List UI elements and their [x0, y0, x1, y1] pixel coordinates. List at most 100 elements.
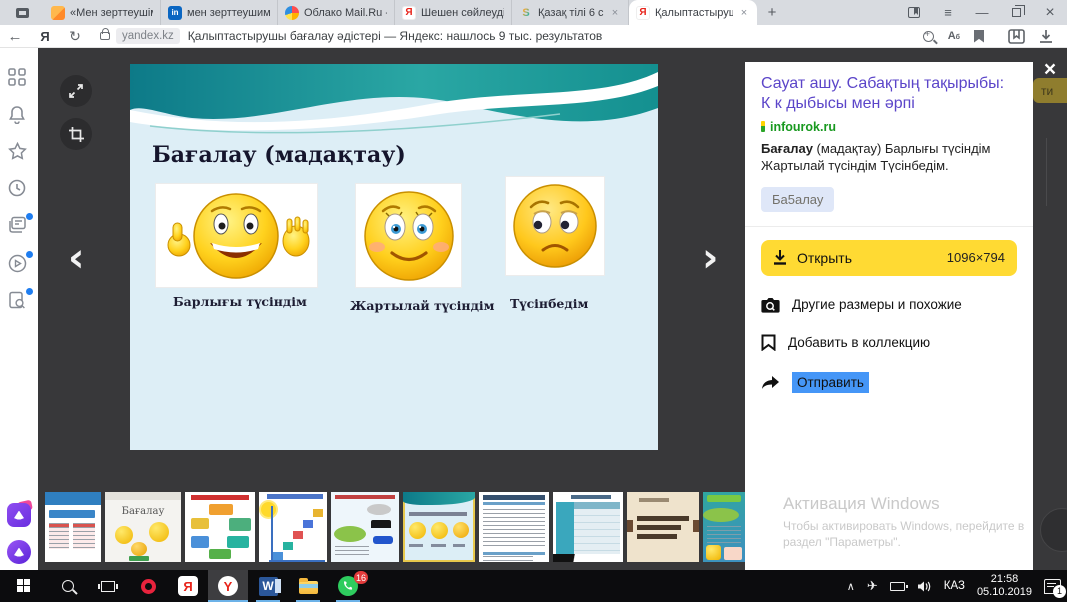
- bookmark-icon: [761, 334, 776, 351]
- tab-kalyptastyrushy-active[interactable]: Я Қалыптастырушы ×: [629, 0, 757, 25]
- yandex-home-button[interactable]: Я: [30, 29, 60, 44]
- thumbnail-current-slide[interactable]: [403, 492, 475, 562]
- tab-overview-icon: [16, 8, 29, 18]
- restore-button[interactable]: [999, 0, 1033, 25]
- domain-badge[interactable]: yandex.kz: [116, 28, 180, 44]
- download-icon: [773, 250, 787, 266]
- taskbar-search-button[interactable]: [48, 570, 88, 602]
- slide-wave-decoration: [130, 64, 658, 140]
- expand-icon: [69, 84, 83, 98]
- tab-close-icon[interactable]: ×: [609, 7, 621, 19]
- side-panel-toggle-button[interactable]: [897, 0, 931, 25]
- collections-icon[interactable]: [1008, 29, 1025, 44]
- favorites-star-icon[interactable]: [8, 142, 30, 164]
- refresh-button[interactable]: ↻: [60, 28, 90, 45]
- thumbnail-bagalau-slide[interactable]: Бағалау: [105, 492, 181, 562]
- badge-dot: [26, 251, 33, 258]
- taskbar-file-explorer[interactable]: [288, 570, 328, 602]
- taskbar-word[interactable]: W: [248, 570, 288, 602]
- thumbnail-green-slide[interactable]: [703, 492, 745, 562]
- camera-search-icon: [761, 297, 780, 313]
- language-indicator[interactable]: КАЗ: [944, 580, 965, 592]
- thumbnail-title-slide[interactable]: [627, 492, 699, 562]
- site-favicon: [51, 6, 65, 20]
- tab-men-zertteushimin-1[interactable]: «Мен зерттеушімін»: [44, 0, 161, 25]
- related-tag-chip[interactable]: Ба5алау: [761, 187, 834, 212]
- feed-cards-icon[interactable]: [8, 216, 30, 238]
- close-viewer-button[interactable]: ×: [1038, 58, 1062, 82]
- emoji-label-2: Жартылай түсіндім: [350, 298, 495, 313]
- battery-icon[interactable]: [890, 582, 905, 591]
- notifications-bell-icon[interactable]: [8, 105, 30, 127]
- messenger-app-icon[interactable]: [7, 503, 31, 527]
- yandex-icon: Я: [40, 29, 49, 44]
- crop-button[interactable]: [60, 118, 92, 150]
- source-domain[interactable]: infourok.ru: [770, 120, 836, 134]
- side-panel-icon: [908, 7, 920, 18]
- dimmed-page-strip: [1033, 48, 1067, 570]
- address-page-title[interactable]: Қалыптастырушы бағалау әдістері — Яндекс…: [188, 29, 602, 43]
- thumbnail-document-slide[interactable]: [479, 492, 549, 562]
- time: 21:58: [977, 573, 1032, 586]
- add-to-collection-button[interactable]: Добавить в коллекцию: [761, 334, 1017, 351]
- alice-assistant-icon[interactable]: [7, 540, 31, 564]
- thumbnail-table2-slide[interactable]: [553, 492, 623, 562]
- result-source[interactable]: infourok.ru: [761, 120, 1017, 134]
- yandex-browser-icon: Y: [218, 576, 238, 596]
- downloads-icon[interactable]: [1039, 29, 1053, 44]
- taskbar-whatsapp[interactable]: 16: [328, 570, 368, 602]
- share-button[interactable]: Отправить: [761, 372, 1017, 393]
- lock-icon[interactable]: [100, 32, 110, 40]
- task-view-button[interactable]: [88, 570, 128, 602]
- history-clock-icon[interactable]: [8, 179, 30, 201]
- emoji-label-3: Түсінбедім: [510, 296, 588, 311]
- translate-icon[interactable]: Aб: [948, 30, 960, 42]
- clock[interactable]: 21:58 05.10.2019: [977, 573, 1032, 599]
- taskbar-yandex-browser[interactable]: Y: [208, 570, 248, 602]
- thumbnail-flowchart-slide[interactable]: [185, 492, 255, 562]
- media-play-icon[interactable]: [8, 254, 30, 276]
- window-controls: ≡ — ×: [897, 0, 1067, 25]
- previous-image-button[interactable]: ‹: [68, 244, 84, 272]
- airplane-mode-icon[interactable]: ✈: [867, 579, 878, 594]
- tray-expand-icon[interactable]: ∧: [847, 580, 855, 593]
- thumbnail-stairs-slide[interactable]: [259, 492, 327, 562]
- result-title-link[interactable]: Сауат ашу. Сабақтың тақырыбы: К к дыбысы…: [761, 74, 1017, 115]
- tab-overview-button[interactable]: [0, 0, 44, 25]
- action-center-icon[interactable]: 1: [1044, 579, 1061, 594]
- tab-close-icon[interactable]: ×: [738, 7, 750, 19]
- emoji-label-1: Барлығы түсіндім: [173, 294, 307, 309]
- browser-menu-button[interactable]: ≡: [931, 0, 965, 25]
- taskbar-opera[interactable]: [128, 570, 168, 602]
- tab-sheshen-soyleu[interactable]: Я Шешен сөйлеудің құ: [395, 0, 512, 25]
- tab-label: Қазақ тілі 6 сынып.: [538, 7, 604, 19]
- emoji-happy-image: [155, 183, 318, 288]
- thumbnail-table-slide[interactable]: [45, 492, 101, 562]
- thumbnail-hats-slide[interactable]: [331, 492, 399, 562]
- emoji-blush-image: [355, 183, 462, 288]
- taskbar-yandex-app[interactable]: Я: [168, 570, 208, 602]
- restore-icon: [1012, 8, 1021, 17]
- tab-men-zertteushimin-2[interactable]: in мен зерттеушимин: [161, 0, 278, 25]
- back-button[interactable]: ←: [0, 28, 30, 45]
- open-image-button[interactable]: Открыть 1096×794: [761, 240, 1017, 276]
- start-button[interactable]: [0, 570, 48, 602]
- next-image-button[interactable]: ›: [702, 244, 718, 272]
- close-window-button[interactable]: ×: [1033, 0, 1067, 25]
- page-search-icon[interactable]: [8, 291, 30, 313]
- minimize-button[interactable]: —: [965, 0, 999, 25]
- services-grid-icon[interactable]: [8, 68, 30, 90]
- main-image[interactable]: Бағалау (мадақтау): [130, 64, 658, 450]
- new-tab-button[interactable]: +: [757, 4, 787, 21]
- tab-kazak-tili[interactable]: S Қазақ тілі 6 сынып. ×: [512, 0, 629, 25]
- slide-title: Бағалау (мадақтау): [152, 142, 406, 168]
- other-sizes-button[interactable]: Другие размеры и похожие: [761, 297, 1017, 313]
- bookmark-flag-icon[interactable]: [974, 30, 984, 43]
- system-tray: ∧ ✈ КАЗ 21:58 05.10.2019 1: [847, 573, 1067, 599]
- badge-dot: [26, 288, 33, 295]
- zoom-page-icon[interactable]: [923, 31, 934, 42]
- volume-icon[interactable]: [917, 580, 932, 593]
- tab-label: мен зерттеушимин: [187, 7, 270, 19]
- tab-oblako-mailru[interactable]: Облако Mail.Ru - обл: [278, 0, 395, 25]
- fullscreen-button[interactable]: [60, 75, 92, 107]
